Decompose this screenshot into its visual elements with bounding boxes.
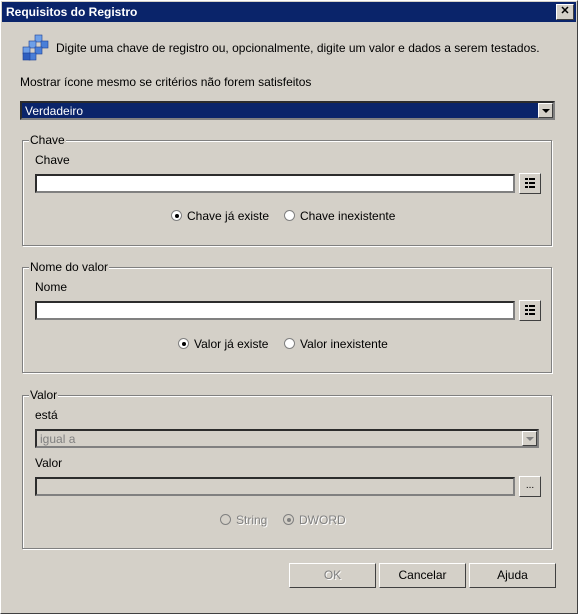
operator-select-value: igual a (40, 432, 76, 446)
value-not-exists-label: Valor inexistente (300, 337, 388, 351)
radio-checked-icon (171, 210, 182, 221)
cancel-button[interactable]: Cancelar (379, 563, 466, 588)
key-field-label: Chave (35, 153, 70, 167)
show-icon-label: Mostrar ícone mesmo se critérios não for… (20, 75, 312, 89)
browse-list-icon (525, 305, 535, 315)
help-button[interactable]: Ajuda (469, 563, 556, 588)
key-groupbox: Chave (22, 133, 552, 246)
registry-cubes-icon (22, 34, 49, 61)
value-name-group-legend: Nome do valor (29, 260, 110, 274)
registry-requirements-dialog: Requisitos do Registro ✕ Digite uma chav… (0, 0, 578, 614)
show-icon-select-value: Verdadeiro (25, 104, 84, 118)
key-not-exists-label: Chave inexistente (300, 209, 396, 223)
value-name-groupbox: Nome do valor (22, 260, 552, 373)
radio-unchecked-icon (284, 210, 295, 221)
value-groupbox: Valor (22, 388, 552, 549)
browse-list-icon (525, 178, 535, 188)
close-icon[interactable]: ✕ (556, 4, 574, 20)
key-group-legend: Chave (29, 133, 66, 147)
dialog-title: Requisitos do Registro (6, 5, 138, 19)
value-name-browse-button[interactable] (519, 300, 541, 321)
dword-radio-label: DWORD (299, 513, 346, 527)
intro-text: Digite uma chave de registro ou, opciona… (56, 41, 540, 55)
string-radio-label: String (236, 513, 268, 527)
value-group-legend: Valor (29, 388, 59, 402)
key-browse-button[interactable] (519, 173, 541, 194)
value-field-label: Valor (35, 456, 63, 470)
radio-unchecked-icon (284, 338, 295, 349)
radio-checked-icon (178, 338, 189, 349)
operator-select[interactable]: igual a (35, 429, 539, 448)
chevron-down-icon[interactable] (522, 431, 537, 446)
key-input[interactable] (35, 174, 515, 193)
value-name-input[interactable] (35, 301, 515, 320)
chevron-down-icon[interactable] (538, 103, 553, 118)
value-browse-button[interactable]: ... (519, 476, 541, 497)
radio-unchecked-icon (220, 514, 231, 525)
value-name-field-label: Nome (35, 280, 68, 294)
ok-button[interactable]: OK (289, 563, 376, 588)
is-label: está (35, 408, 58, 422)
value-exists-label: Valor já existe (194, 337, 269, 351)
title-bar: Requisitos do Registro ✕ (2, 2, 576, 22)
key-exists-label: Chave já existe (187, 209, 270, 223)
show-icon-select[interactable]: Verdadeiro (20, 101, 555, 120)
radio-checked-icon (283, 514, 294, 525)
value-input[interactable] (35, 477, 515, 496)
